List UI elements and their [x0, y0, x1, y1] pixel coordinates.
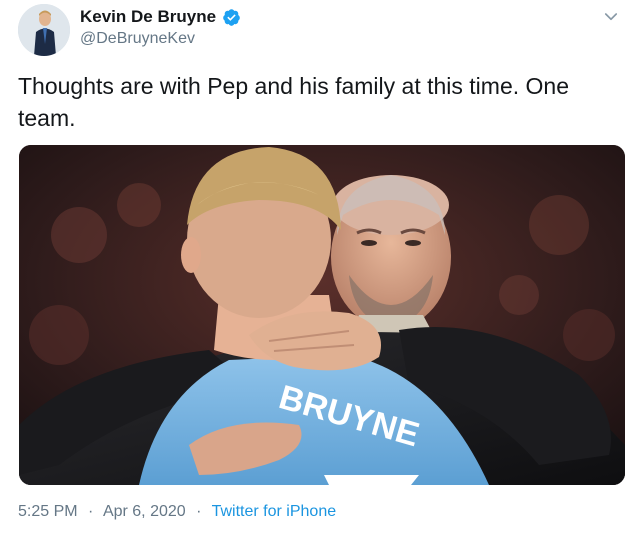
display-name[interactable]: Kevin De Bruyne — [80, 7, 216, 27]
avatar[interactable] — [18, 4, 70, 56]
name-row: Kevin De Bruyne — [80, 6, 241, 28]
meta-separator: · — [88, 503, 94, 520]
tweet-card: Kevin De Bruyne @DeBruyneKev Thoughts ar… — [0, 0, 640, 534]
tweet-date[interactable]: Apr 6, 2020 — [103, 503, 186, 520]
meta-separator: · — [196, 503, 202, 520]
tweet-meta: 5:25 PM · Apr 6, 2020 · Twitter for iPho… — [18, 503, 336, 521]
chevron-down-icon[interactable] — [602, 8, 620, 26]
author-block: Kevin De Bruyne @DeBruyneKev — [80, 6, 241, 48]
tweet-photo[interactable]: BRUYNE — [19, 145, 625, 485]
tweet-time[interactable]: 5:25 PM — [18, 503, 78, 520]
user-handle[interactable]: @DeBruyneKev — [80, 30, 241, 48]
tweet-text: Thoughts are with Pep and his family at … — [18, 73, 569, 131]
verified-badge-icon — [223, 8, 240, 26]
tweet-source-link[interactable]: Twitter for iPhone — [212, 503, 337, 520]
